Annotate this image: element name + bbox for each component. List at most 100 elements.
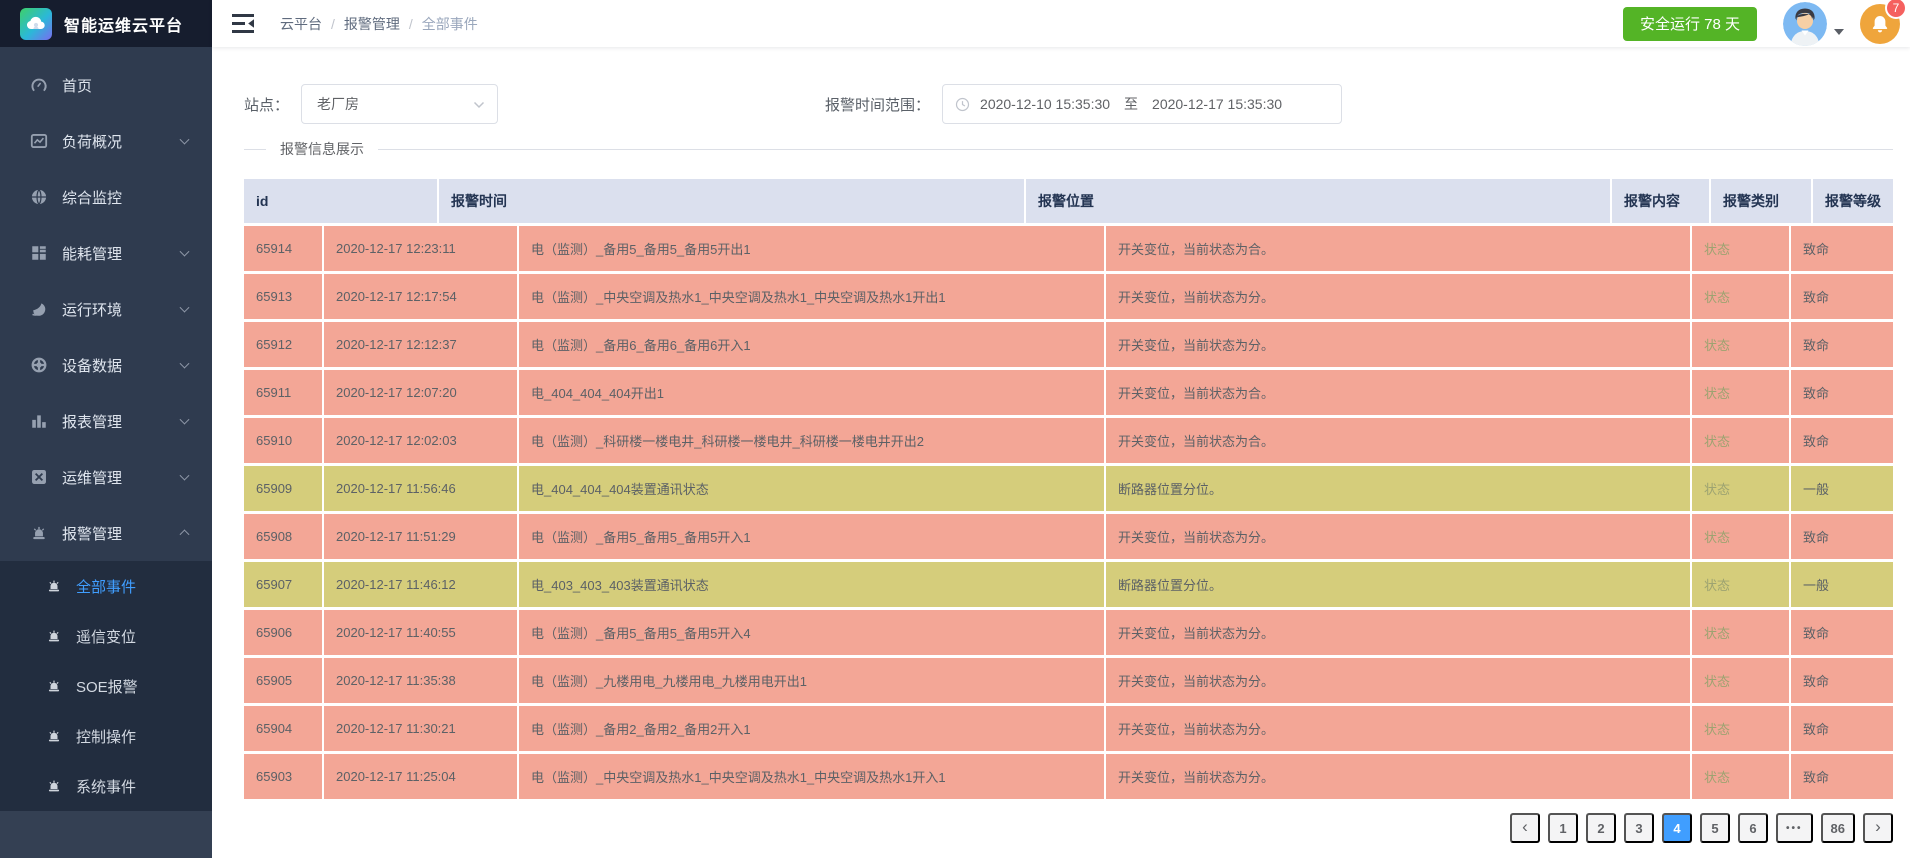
cell-content: 开关变位，当前状态为分。	[1106, 274, 1692, 319]
chevron-down-icon	[473, 96, 485, 112]
submenu-item[interactable]: 遥信变位	[0, 611, 212, 661]
sidebar-item-label: 设备数据	[62, 355, 122, 376]
cell-content: 开关变位，当前状态为分。	[1106, 706, 1692, 751]
submenu-item[interactable]: 系统事件	[0, 761, 212, 811]
cell-id: 65908	[244, 514, 324, 559]
time-range-picker[interactable]: 2020-12-10 15:35:30 至 2020-12-17 15:35:3…	[942, 84, 1342, 124]
breadcrumb-link[interactable]: 全部事件	[422, 14, 478, 34]
sidebar-item[interactable]: 综合监控	[0, 169, 212, 225]
sidebar-menu: 首页 负荷概况 综合监控 能耗管理	[0, 47, 212, 561]
cell-location: 电（监测）_备用5_备用5_备用5开出1	[519, 226, 1106, 271]
cell-category: 状态	[1692, 658, 1791, 703]
page-button[interactable]: 5	[1700, 813, 1730, 843]
breadcrumb-separator: /	[409, 16, 413, 32]
breadcrumb-item: 全部事件 /	[422, 14, 478, 34]
submenu-item[interactable]: SOE报警	[0, 661, 212, 711]
sidebar-item[interactable]: 报表管理	[0, 393, 212, 449]
breadcrumb-item: 报警管理 /	[344, 14, 422, 34]
dashboard-icon	[30, 76, 48, 94]
cell-id: 65905	[244, 658, 324, 703]
column-header: 报警等级	[1813, 179, 1881, 223]
table-body: 65914 2020-12-17 12:23:11 电（监测）_备用5_备用5_…	[244, 226, 1893, 799]
page-button[interactable]: 4	[1662, 813, 1692, 843]
sidebar-item[interactable]: 负荷概况	[0, 113, 212, 169]
page-button[interactable]: •••	[1776, 813, 1813, 843]
breadcrumb: 云平台 / 报警管理 / 全部事件 /	[280, 14, 478, 34]
prev-page-button[interactable]: ‹	[1510, 813, 1540, 843]
page-button[interactable]: 86	[1821, 813, 1855, 843]
cell-time: 2020-12-17 12:12:37	[324, 322, 519, 367]
sidebar-item[interactable]: 首页	[0, 57, 212, 113]
collapse-menu-icon[interactable]	[232, 14, 254, 33]
next-page-button[interactable]: ›	[1863, 813, 1893, 843]
submenu-item-label: SOE报警	[76, 676, 138, 697]
cell-category: 状态	[1692, 322, 1791, 367]
cell-location: 电（监测）_备用5_备用5_备用5开入1	[519, 514, 1106, 559]
cell-id: 65906	[244, 610, 324, 655]
cell-time: 2020-12-17 12:23:11	[324, 226, 519, 271]
content: 站点： 老厂房 报警时间范围： 2020-12-10 15:35:30 至	[212, 47, 1910, 858]
cell-id: 65904	[244, 706, 324, 751]
cell-category: 状态	[1692, 706, 1791, 751]
sidebar-item[interactable]: 报警管理	[0, 505, 212, 561]
submenu-item[interactable]: 控制操作	[0, 711, 212, 761]
page-button[interactable]: 6	[1738, 813, 1768, 843]
cell-location: 电（监测）_中央空调及热水1_中央空调及热水1_中央空调及热水1开入1	[519, 754, 1106, 799]
filter-row: 站点： 老厂房 报警时间范围： 2020-12-10 15:35:30 至	[244, 84, 1893, 124]
cell-level: 一般	[1791, 466, 1893, 511]
alarm-siren-icon	[46, 778, 62, 794]
cell-id: 65910	[244, 418, 324, 463]
cell-time: 2020-12-17 12:07:20	[324, 370, 519, 415]
sidebar-item[interactable]: 能耗管理	[0, 225, 212, 281]
breadcrumb-link[interactable]: 报警管理	[344, 14, 400, 34]
cell-time: 2020-12-17 11:35:38	[324, 658, 519, 703]
chevron-icon	[180, 303, 190, 313]
safe-run-button[interactable]: 安全运行 78 天	[1623, 7, 1757, 41]
sidebar-item-label: 报表管理	[62, 411, 122, 432]
cell-level: 致命	[1791, 418, 1893, 463]
cell-time: 2020-12-17 12:02:03	[324, 418, 519, 463]
cell-id: 65914	[244, 226, 324, 271]
cell-location: 电（监测）_九楼用电_九楼用电_九楼用电开出1	[519, 658, 1106, 703]
site-select[interactable]: 老厂房	[301, 84, 498, 124]
submenu-item-label: 全部事件	[76, 576, 136, 597]
topbar: 云平台 / 报警管理 / 全部事件 / 安全运行 78 天	[212, 0, 1910, 47]
table-row: 65904 2020-12-17 11:30:21 电（监测）_备用2_备用2_…	[244, 706, 1893, 751]
cell-level: 致命	[1791, 226, 1893, 271]
table-row: 65910 2020-12-17 12:02:03 电（监测）_科研楼一楼电井_…	[244, 418, 1893, 463]
table-row: 65912 2020-12-17 12:12:37 电（监测）_备用6_备用6_…	[244, 322, 1893, 367]
page-button[interactable]: 1	[1548, 813, 1578, 843]
chevron-down-icon[interactable]	[1834, 29, 1844, 35]
pagination: ‹ 1 2 3 4 5 6 •••	[244, 813, 1893, 843]
page-button[interactable]: 2	[1586, 813, 1616, 843]
cell-level: 致命	[1791, 610, 1893, 655]
sidebar-item[interactable]: 运维管理	[0, 449, 212, 505]
table-row: 65909 2020-12-17 11:56:46 电_404_404_404装…	[244, 466, 1893, 511]
avatar[interactable]	[1783, 2, 1827, 46]
chevron-icon	[180, 135, 190, 145]
time-range-label: 报警时间范围：	[825, 94, 930, 115]
cell-time: 2020-12-17 11:40:55	[324, 610, 519, 655]
alarm-siren-icon	[46, 678, 62, 694]
cell-category: 状态	[1692, 370, 1791, 415]
load-curve-icon	[30, 132, 48, 150]
cell-location: 电_404_404_404装置通讯状态	[519, 466, 1106, 511]
cell-id: 65909	[244, 466, 324, 511]
cell-time: 2020-12-17 11:51:29	[324, 514, 519, 559]
table-row: 65907 2020-12-17 11:46:12 电_403_403_403装…	[244, 562, 1893, 607]
page-button[interactable]: 3	[1624, 813, 1654, 843]
cell-category: 状态	[1692, 514, 1791, 559]
sidebar-filler	[0, 811, 212, 858]
cell-time: 2020-12-17 11:56:46	[324, 466, 519, 511]
cell-location: 电（监测）_备用2_备用2_备用2开入1	[519, 706, 1106, 751]
breadcrumb-link[interactable]: 云平台	[280, 14, 322, 34]
submenu-item[interactable]: 全部事件	[0, 561, 212, 611]
sidebar-item[interactable]: 设备数据	[0, 337, 212, 393]
cell-level: 致命	[1791, 658, 1893, 703]
submenu-item-label: 控制操作	[76, 726, 136, 747]
table-header: id 报警时间 报警位置 报警内容 报警类别 报警等级	[244, 179, 1893, 223]
column-header: id	[244, 179, 439, 223]
cell-id: 65907	[244, 562, 324, 607]
sidebar-item[interactable]: 运行环境	[0, 281, 212, 337]
app-root: 智能运维云平台 首页 负荷概况 综合监控	[0, 0, 1910, 858]
